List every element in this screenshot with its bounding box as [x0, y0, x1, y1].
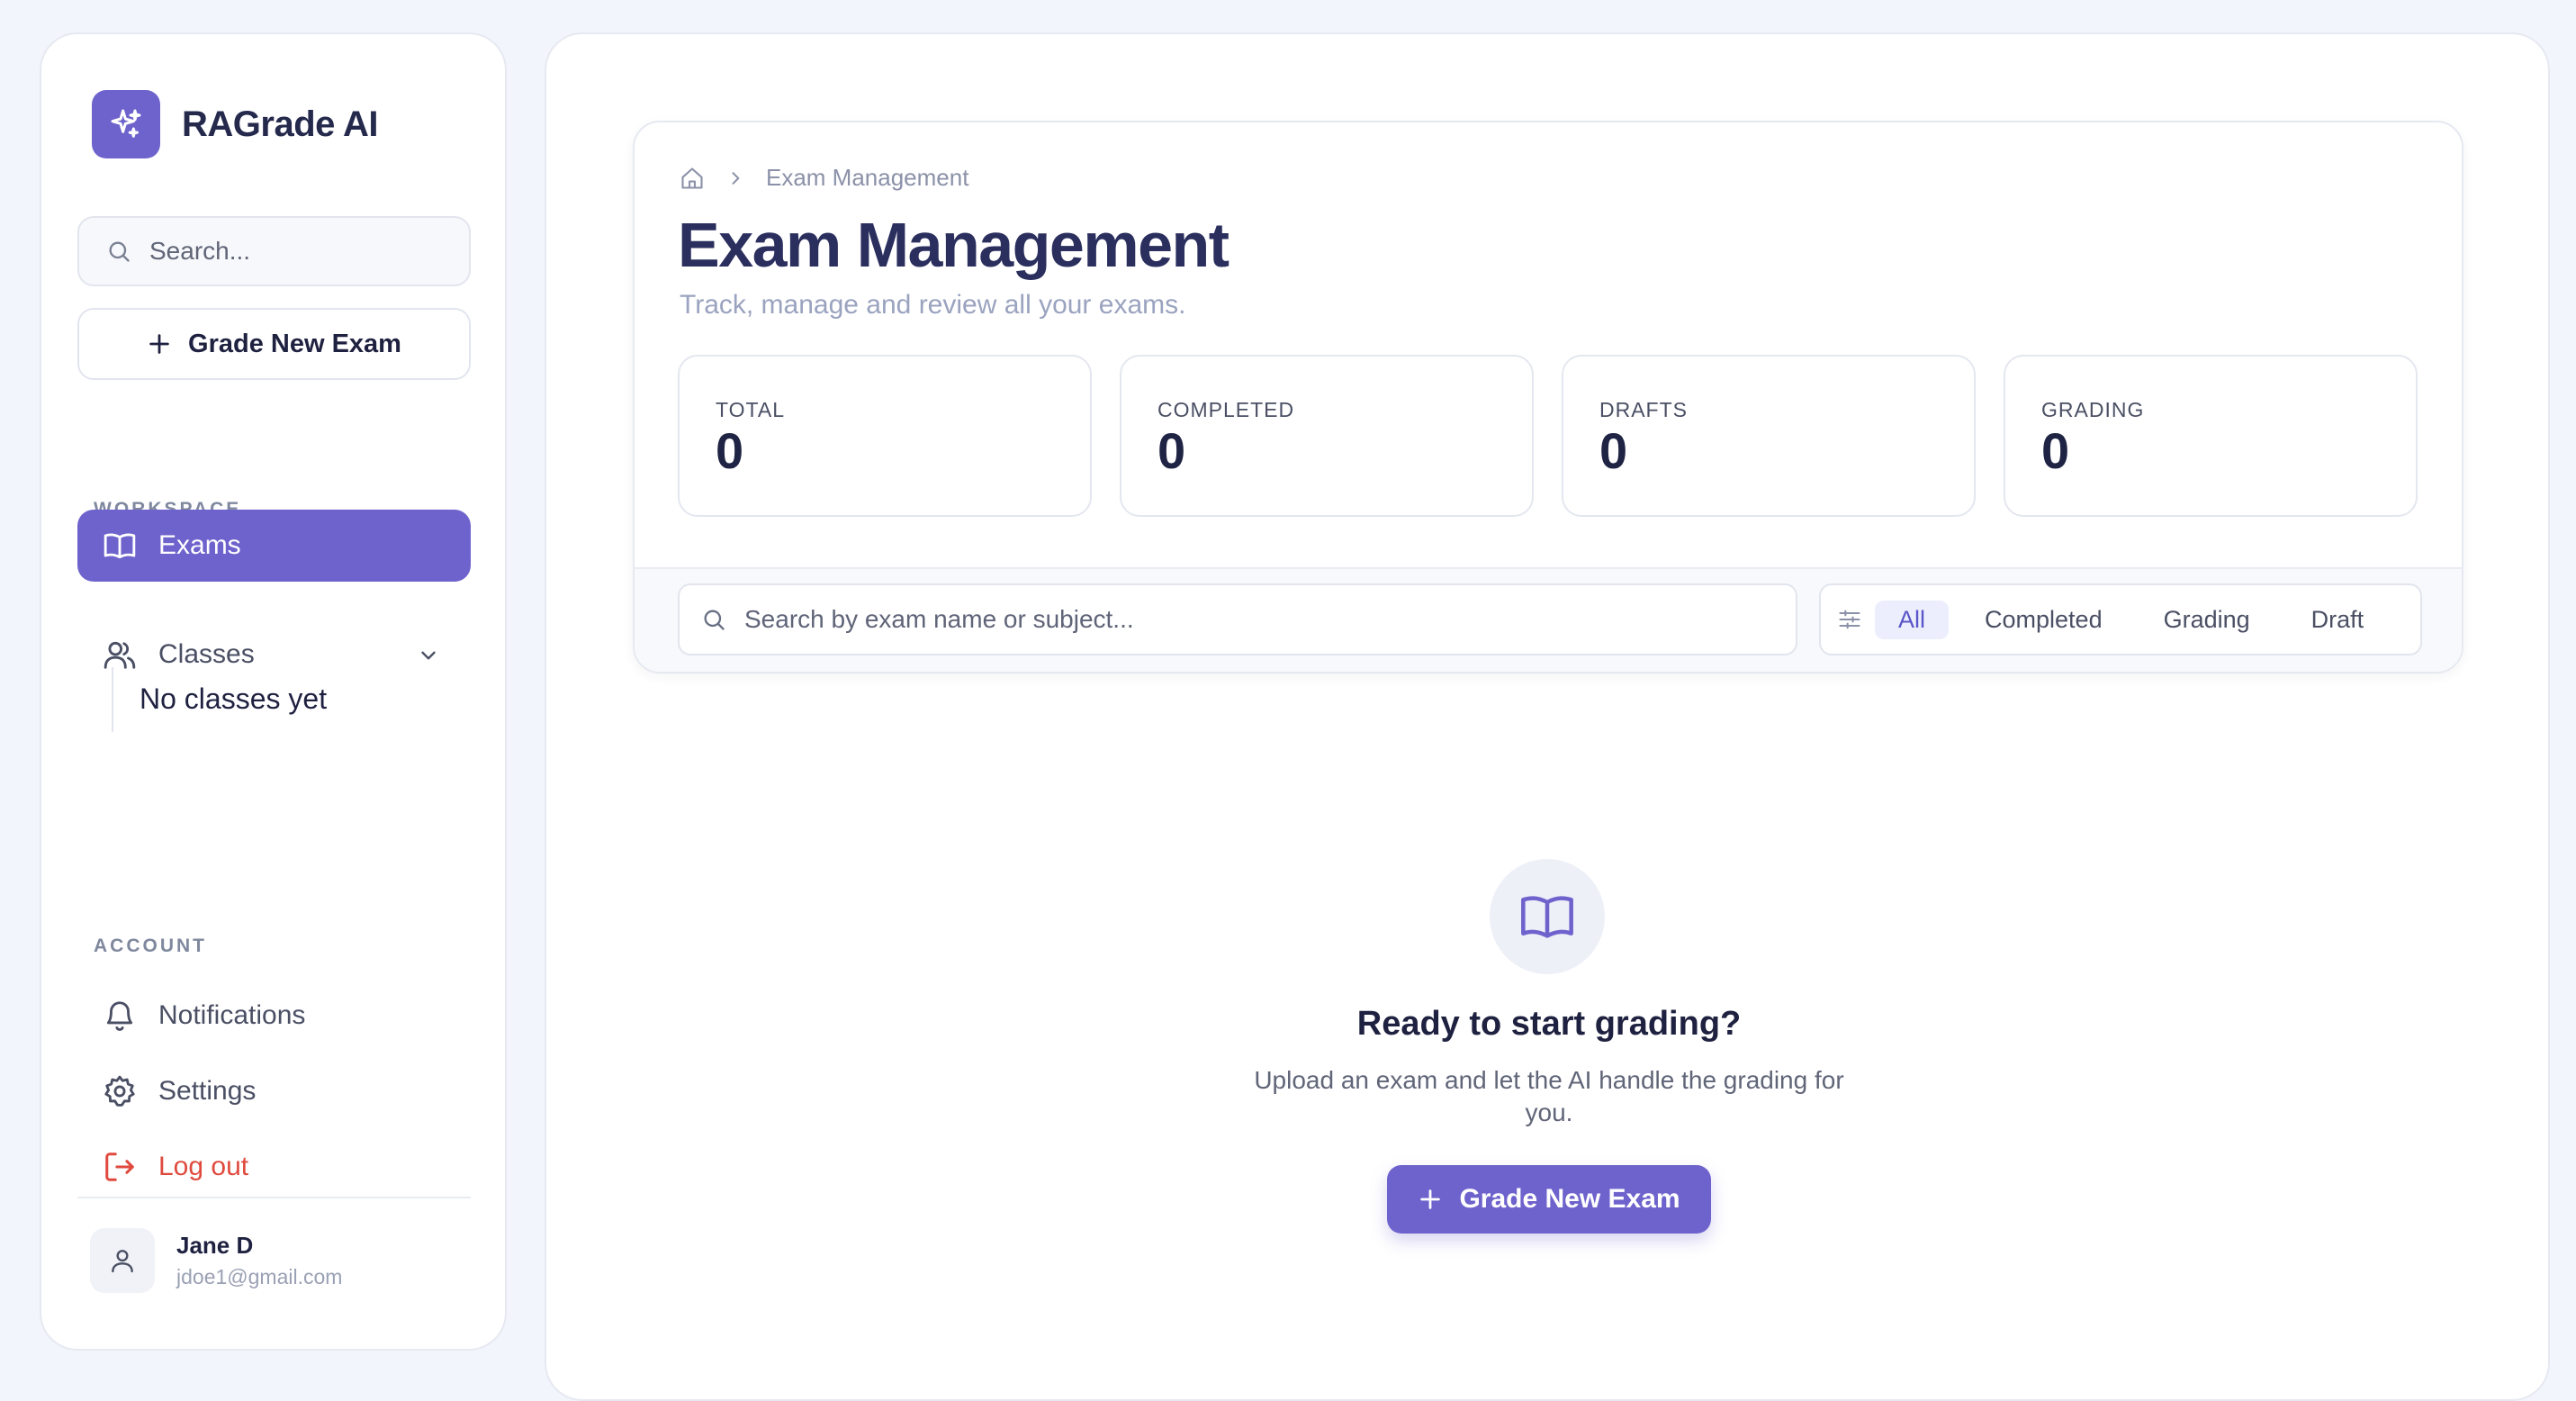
sidebar-grade-new-exam-label: Grade New Exam [188, 329, 401, 358]
breadcrumb: Exam Management [680, 164, 968, 192]
stat-card-grading: GRADING 0 [2004, 355, 2418, 517]
stat-label: GRADING [2041, 398, 2145, 421]
grade-new-exam-button[interactable]: Grade New Exam [1387, 1165, 1711, 1234]
stat-value: 0 [2041, 422, 2070, 479]
sparkles-icon [92, 90, 160, 158]
gear-icon [104, 1075, 135, 1107]
sidebar-item-notifications[interactable]: Notifications [77, 980, 471, 1052]
sidebar-item-logout-label: Log out [158, 1152, 249, 1181]
brand[interactable]: RAGrade AI [92, 90, 379, 158]
stat-label: COMPLETED [1157, 398, 1295, 421]
stat-label: DRAFTS [1599, 398, 1688, 421]
home-icon[interactable] [680, 166, 705, 191]
status-filter-tabs: All Completed Grading Draft [1819, 583, 2422, 655]
sidebar-item-settings[interactable]: Settings [77, 1055, 471, 1127]
stat-value: 0 [716, 422, 744, 479]
tab-grading[interactable]: Grading [2164, 601, 2250, 639]
chevron-right-icon [732, 171, 740, 185]
users-icon [104, 641, 136, 669]
sidebar-item-logout[interactable]: Log out [77, 1131, 471, 1203]
exam-management-header-card: Exam Management Exam Management Track, m… [633, 121, 2463, 673]
stat-card-completed: COMPLETED 0 [1120, 355, 1534, 517]
page-subtitle: Track, manage and review all your exams. [680, 290, 1186, 320]
avatar [90, 1228, 155, 1293]
chevron-down-icon[interactable] [417, 644, 440, 667]
logout-icon [105, 1152, 134, 1181]
sliders-icon[interactable] [1837, 607, 1862, 632]
sidebar-grade-new-exam-button[interactable]: Grade New Exam [77, 308, 471, 380]
exam-search-input[interactable]: Search by exam name or subject... [678, 583, 1797, 655]
tab-draft[interactable]: Draft [2311, 601, 2364, 639]
sidebar-item-exams[interactable]: Exams [77, 510, 471, 582]
search-icon [704, 610, 725, 630]
stat-value: 0 [1157, 422, 1186, 479]
classes-empty-text: No classes yet [140, 682, 328, 715]
sidebar-item-classes-label: Classes [158, 639, 255, 669]
page-title: Exam Management [678, 210, 1229, 280]
user-icon [112, 1250, 133, 1273]
sidebar: RAGrade AI Search... Grade New Exam WORK… [40, 32, 507, 1351]
book-icon [1521, 896, 1573, 938]
user-name: Jane D [176, 1232, 254, 1259]
sidebar-item-notifications-label: Notifications [158, 1000, 306, 1030]
empty-state-title: Ready to start grading? [1356, 1005, 1742, 1043]
bell-icon [106, 1001, 133, 1031]
breadcrumb-current: Exam Management [766, 164, 969, 191]
stat-label: TOTAL [716, 398, 785, 421]
account-section-label: ACCOUNT [94, 936, 207, 956]
brand-name: RAGrade AI [182, 104, 379, 144]
sidebar-item-settings-label: Settings [158, 1076, 257, 1106]
empty-state-icon [1490, 859, 1605, 974]
stat-value: 0 [1599, 422, 1628, 479]
sidebar-item-classes[interactable]: Classes [77, 619, 471, 691]
sidebar-item-exams-label: Exams [158, 530, 241, 560]
plus-icon [149, 334, 169, 354]
stat-card-drafts: DRAFTS 0 [1562, 355, 1976, 517]
main-panel: Exam Management Exam Management Track, m… [545, 32, 2550, 1401]
book-icon [104, 533, 136, 559]
tab-all[interactable]: All [1875, 600, 1950, 639]
filter-bar: Search by exam name or subject... All Co… [635, 567, 2462, 672]
exam-search-placeholder: Search by exam name or subject... [744, 605, 1134, 633]
classes-subtree-line [112, 667, 113, 732]
empty-state-subtitle: Upload an exam and let the AI handle the… [1254, 1066, 1844, 1126]
sidebar-search-placeholder: Search... [149, 237, 251, 265]
stat-card-total: TOTAL 0 [678, 355, 1092, 517]
sidebar-search-input[interactable]: Search... [77, 216, 471, 286]
user-email: jdoe1@gmail.com [176, 1265, 343, 1288]
user-profile[interactable]: Jane D jdoe1@gmail.com [90, 1228, 342, 1293]
sidebar-divider [77, 1197, 471, 1198]
plus-icon [1420, 1189, 1441, 1209]
search-icon [109, 241, 130, 262]
grade-new-exam-label: Grade New Exam [1459, 1184, 1680, 1214]
tab-completed[interactable]: Completed [1985, 601, 2103, 639]
